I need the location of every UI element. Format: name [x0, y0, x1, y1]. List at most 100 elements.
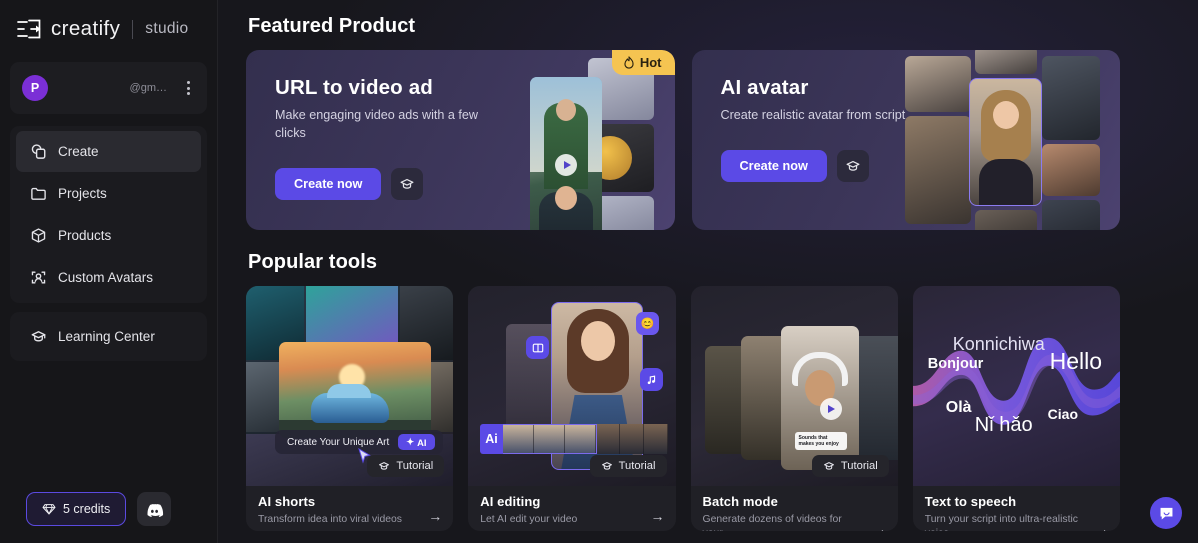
- play-icon: [555, 153, 577, 176]
- discord-icon: [147, 503, 163, 517]
- tutorial-label: Tutorial: [840, 460, 878, 472]
- emoji-bubble-icon: 😊: [636, 312, 660, 335]
- tool-info: Text to speech Turn your script into ult…: [913, 486, 1120, 531]
- profile-menu-icon[interactable]: [181, 81, 195, 95]
- tool-thumbnail: Create Your Unique Art ✦ AI Tutorial: [246, 286, 454, 486]
- tutorial-badge[interactable]: Tutorial: [811, 455, 889, 477]
- sidebar-item-custom-avatars[interactable]: Custom Avatars: [16, 257, 201, 298]
- arrow-right-icon[interactable]: →: [873, 521, 887, 531]
- language-label: Hello: [1049, 348, 1102, 374]
- credits-label: 5 credits: [63, 502, 111, 516]
- tutorial-button[interactable]: [391, 167, 424, 200]
- graduation-cap-icon: [31, 331, 46, 342]
- sidebar-item-label: Custom Avatars: [58, 270, 154, 285]
- language-label: Konnichiwa: [952, 334, 1045, 354]
- graduation-cap-icon: [400, 178, 414, 189]
- sidebar-item-label: Create: [58, 144, 99, 159]
- graduation-cap-icon: [846, 160, 860, 171]
- popular-tools: Create Your Unique Art ✦ AI Tutorial AI …: [246, 286, 1120, 531]
- gem-icon: [42, 504, 56, 515]
- language-label: Bonjour: [927, 356, 984, 372]
- tool-card-ai-editing[interactable]: 😊 Ai Tutorial AI editing Let AI edit you…: [468, 286, 676, 531]
- prompt-text: Create Your Unique Art: [287, 436, 390, 448]
- tool-title: Text to speech: [924, 494, 1017, 509]
- brand-sub: studio: [145, 20, 189, 37]
- language-label: Olà: [945, 399, 972, 416]
- play-icon[interactable]: [819, 398, 842, 420]
- card-title: URL to video ad: [275, 76, 433, 99]
- create-now-button[interactable]: Create now: [720, 149, 827, 182]
- tool-thumbnail: Konnichiwa Hello Bonjour Olà Nǐ hǎo Ciao: [912, 286, 1120, 486]
- create-now-button[interactable]: Create now: [275, 167, 382, 200]
- tool-title: Batch mode: [702, 494, 778, 509]
- chat-support-button[interactable]: [1150, 497, 1182, 529]
- layout-bubble-icon: [526, 336, 550, 359]
- sidebar-item-label: Products: [58, 228, 112, 243]
- sidebar-item-projects[interactable]: Projects: [16, 173, 201, 214]
- avatar-preview: [968, 78, 1042, 206]
- tutorial-badge[interactable]: Tutorial: [589, 455, 667, 477]
- tutorial-label: Tutorial: [396, 460, 434, 472]
- tool-info: AI editing Let AI edit your video →: [468, 486, 675, 527]
- tool-card-ai-shorts[interactable]: Create Your Unique Art ✦ AI Tutorial AI …: [246, 286, 454, 531]
- tool-description: Turn your script into ultra-realistic vo…: [924, 514, 1078, 531]
- music-bubble-icon: [640, 368, 664, 391]
- ai-label: AI: [417, 436, 427, 448]
- primary-nav: Create Projects Products Custom Avatars: [10, 126, 207, 303]
- user-handle: @gm…: [129, 82, 167, 94]
- tool-info: AI shorts Transform idea into viral vide…: [246, 486, 453, 527]
- create-icon: [31, 144, 46, 159]
- tool-thumbnail: 😊 Ai Tutorial: [468, 286, 676, 486]
- batch-thumb-featured: Sounds that makes you enjoy: [780, 326, 859, 470]
- language-label: Ciao: [1047, 406, 1078, 422]
- sidebar: creatify studio P @gm… Create Projects P…: [0, 0, 218, 543]
- arrow-right-icon[interactable]: →: [1095, 521, 1109, 531]
- brand-divider: [132, 19, 134, 39]
- tool-info: Batch mode Generate dozens of videos for…: [691, 486, 898, 531]
- sidebar-item-learning-center[interactable]: Learning Center: [16, 316, 201, 357]
- app-root: creatify studio P @gm… Create Projects P…: [0, 0, 1198, 543]
- sparkle-icon: ✦: [406, 436, 415, 447]
- tutorial-badge[interactable]: Tutorial: [367, 455, 445, 477]
- ai-pill-button[interactable]: ✦ AI: [398, 434, 435, 450]
- credits-button[interactable]: 5 credits: [26, 492, 127, 526]
- sidebar-item-products[interactable]: Products: [16, 215, 201, 256]
- status-badge-hot: Hot: [611, 50, 675, 75]
- folder-icon: [31, 187, 46, 200]
- arrow-right-icon[interactable]: →: [428, 508, 442, 524]
- tool-description: Generate dozens of videos for your: [702, 514, 842, 531]
- featured-card-url-to-video-ad[interactable]: www.productlink.com Hot URL to video ad …: [246, 50, 675, 230]
- tutorial-label: Tutorial: [618, 460, 656, 472]
- tool-title: AI shorts: [258, 494, 316, 509]
- timeline-label: Ai: [480, 424, 503, 454]
- secondary-nav: Learning Center: [10, 312, 207, 361]
- card-title: AI avatar: [720, 76, 809, 99]
- waveform-icon: [912, 337, 1120, 425]
- badge-label: Hot: [639, 55, 662, 70]
- user-profile[interactable]: P @gm…: [10, 62, 207, 114]
- caption-tag: Sounds that makes you enjoy: [794, 431, 847, 450]
- featured-card-ai-avatar[interactable]: AI avatar Create realistic avatar from s…: [691, 50, 1120, 230]
- flame-icon: [624, 56, 634, 69]
- chat-bubble-icon: [1160, 507, 1172, 519]
- graduation-cap-icon: [601, 462, 612, 470]
- box-icon: [31, 228, 46, 243]
- graduation-cap-icon: [823, 462, 834, 470]
- brand-logo[interactable]: creatify studio: [0, 0, 217, 58]
- sidebar-item-label: Learning Center: [58, 329, 155, 344]
- sidebar-item-label: Projects: [58, 186, 107, 201]
- discord-button[interactable]: [137, 492, 172, 526]
- tool-description: Transform idea into viral videos: [258, 514, 402, 525]
- card-actions: Create now: [275, 167, 503, 200]
- sidebar-item-create[interactable]: Create: [16, 131, 201, 172]
- timeline[interactable]: Ai: [480, 424, 668, 454]
- card-description: Create realistic avatar from script: [720, 108, 906, 122]
- featured-section-title: Featured Product: [248, 15, 416, 37]
- tool-card-text-to-speech[interactable]: Konnichiwa Hello Bonjour Olà Nǐ hǎo Ciao…: [912, 286, 1120, 531]
- artwork-preview: [279, 342, 431, 438]
- tool-card-batch-mode[interactable]: Sounds that makes you enjoy Tutorial Bat…: [690, 286, 898, 531]
- video-preview: [530, 77, 602, 230]
- arrow-right-icon[interactable]: →: [651, 508, 665, 524]
- tutorial-button[interactable]: [836, 149, 869, 182]
- tool-description: Let AI edit your video: [480, 514, 578, 525]
